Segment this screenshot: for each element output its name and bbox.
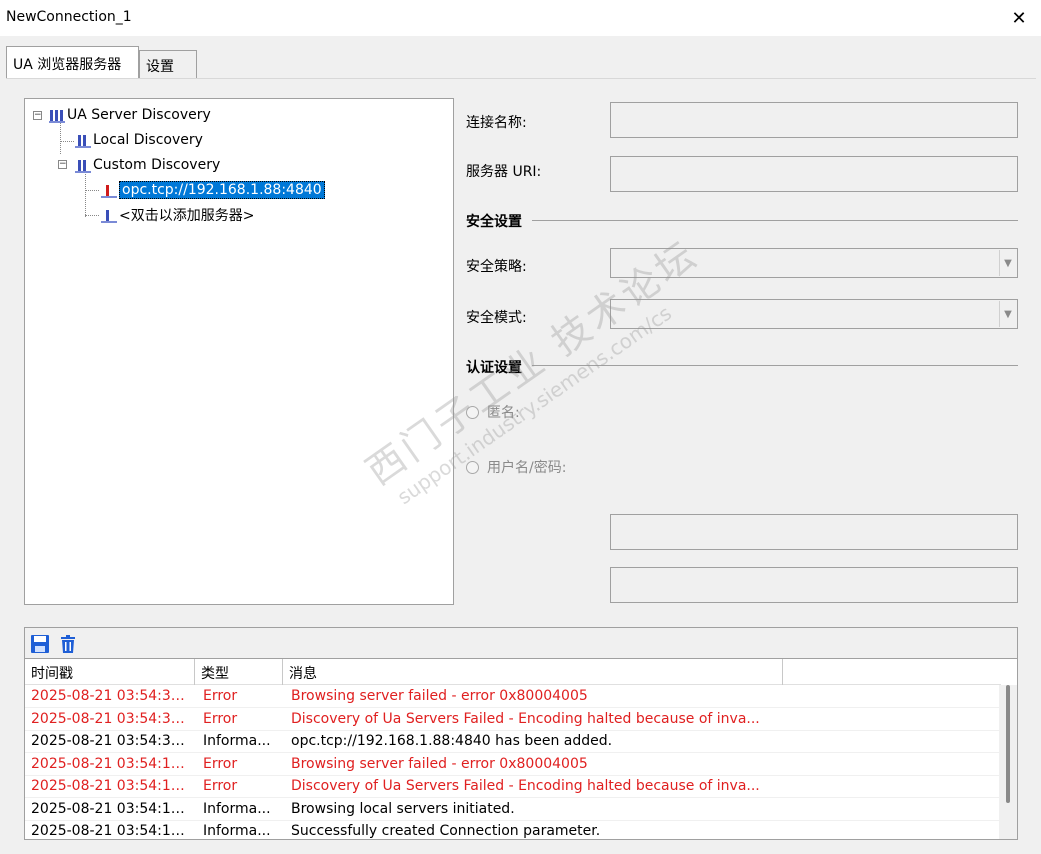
cell-type: Error: [203, 755, 238, 772]
chevron-down-icon[interactable]: ▼: [999, 250, 1016, 276]
cell-message: Discovery of Ua Servers Failed - Encodin…: [291, 710, 760, 727]
tree-node-add-server[interactable]: <双击以添加服务器>: [101, 204, 254, 226]
tree-node-opc-server[interactable]: opc.tcp://192.168.1.88:4840: [101, 179, 325, 201]
security-section-title: 安全设置: [466, 214, 522, 230]
cell-timestamp: 2025-08-21 03:54:30...: [31, 733, 193, 749]
add-server-icon: [101, 207, 117, 223]
cell-message: Browsing local servers initiated.: [291, 800, 515, 817]
tree-node-custom-discovery[interactable]: Custom Discovery: [75, 154, 220, 176]
cell-type: Error: [203, 778, 238, 794]
expand-collapse-icon[interactable]: −: [33, 111, 42, 120]
tree-node-label: Local Discovery: [93, 132, 203, 148]
password-field[interactable]: [610, 567, 1018, 603]
table-row[interactable]: 2025-08-21 03:54:13... Error Discovery of …: [25, 776, 1001, 798]
trash-icon[interactable]: [58, 634, 78, 654]
cell-message: opc.tcp://192.168.1.88:4840 has been add…: [291, 733, 613, 749]
tree-node-label: <双击以添加服务器>: [119, 208, 255, 224]
discovery-icon: [75, 157, 91, 173]
vertical-scrollbar[interactable]: [999, 685, 1017, 839]
table-row[interactable]: 2025-08-21 03:54:13... Informa... Browsing…: [25, 799, 1001, 821]
server-group-icon: [49, 107, 65, 123]
cell-timestamp: 2025-08-21 03:54:13...: [31, 800, 193, 817]
cell-timestamp: 2025-08-21 03:54:13...: [31, 823, 193, 839]
close-icon[interactable]: ✕: [1001, 4, 1037, 32]
column-header-type[interactable]: 类型: [195, 659, 283, 685]
column-header-timestamp[interactable]: 时间戳: [25, 659, 195, 685]
username-password-label: 用户名/密码:: [487, 460, 567, 476]
security-policy-label: 安全策略:: [466, 259, 527, 275]
username-password-radio[interactable]: 用户名/密码:: [466, 457, 566, 477]
log-table[interactable]: 时间戳 类型 消息 2025-08-21 03:54:30... Error Bro…: [24, 658, 1018, 840]
radio-button-icon: [466, 405, 479, 419]
chevron-down-icon[interactable]: ▼: [999, 301, 1016, 327]
cell-message: Browsing server failed - error 0x8000400…: [291, 755, 588, 772]
tree-connector: [85, 171, 86, 217]
cell-timestamp: 2025-08-21 03:54:13...: [31, 755, 193, 772]
tab-divider: [6, 78, 1036, 79]
tab-settings[interactable]: 设置: [139, 50, 197, 78]
server-tree[interactable]: − UA Server Discovery Local Discovery − …: [24, 98, 454, 605]
table-row[interactable]: 2025-08-21 03:54:30... Error Browsing serv…: [25, 686, 1001, 708]
save-icon[interactable]: [30, 634, 50, 654]
cell-type: Informa...: [203, 823, 271, 839]
tree-node-ua-server-discovery[interactable]: UA Server Discovery: [49, 104, 211, 126]
table-row[interactable]: 2025-08-21 03:54:30... Error Discovery of …: [25, 709, 1001, 731]
cell-type: Error: [203, 688, 238, 704]
username-field[interactable]: [610, 514, 1018, 550]
tree-node-label: opc.tcp://192.168.1.88:4840: [119, 181, 325, 199]
column-header-message[interactable]: 消息: [283, 659, 783, 685]
security-policy-select[interactable]: ▼: [610, 248, 1018, 278]
anonymous-radio[interactable]: 匿名:: [466, 402, 520, 422]
discovery-icon: [75, 132, 91, 148]
section-divider: [532, 365, 1018, 366]
tree-connector: [85, 215, 99, 216]
cell-timestamp: 2025-08-21 03:54:13...: [31, 778, 193, 794]
table-row[interactable]: 2025-08-21 03:54:30... Informa... opc.tcp:…: [25, 731, 1001, 753]
connection-name-label: 连接名称:: [466, 115, 527, 131]
tree-node-local-discovery[interactable]: Local Discovery: [75, 129, 203, 151]
cell-message: Discovery of Ua Servers Failed - Encodin…: [291, 778, 760, 794]
log-table-header: 时间戳 类型 消息: [25, 659, 1001, 685]
window-title: NewConnection_1: [6, 9, 132, 25]
cell-message: Browsing server failed - error 0x8000400…: [291, 688, 588, 704]
server-uri-field[interactable]: [610, 156, 1018, 192]
section-divider: [532, 220, 1018, 221]
expand-collapse-icon[interactable]: −: [58, 160, 67, 169]
cell-timestamp: 2025-08-21 03:54:30...: [31, 710, 193, 727]
cell-timestamp: 2025-08-21 03:54:30...: [31, 688, 193, 704]
tree-node-label: Custom Discovery: [93, 157, 221, 173]
log-toolbar: [24, 627, 1018, 658]
connection-name-field[interactable]: [610, 102, 1018, 138]
server-uri-label: 服务器 URI:: [466, 164, 542, 180]
scrollbar-thumb[interactable]: [1006, 685, 1010, 803]
radio-button-icon: [466, 460, 479, 474]
cell-type: Error: [203, 710, 238, 727]
tree-connector: [60, 141, 74, 142]
security-mode-select[interactable]: ▼: [610, 299, 1018, 329]
table-row[interactable]: 2025-08-21 03:54:13... Informa... Successf…: [25, 821, 1001, 839]
server-error-icon: [101, 182, 117, 198]
tree-node-label: UA Server Discovery: [67, 107, 211, 123]
title-bar: NewConnection_1 ✕: [0, 0, 1041, 36]
tree-connector: [85, 190, 99, 191]
anonymous-label: 匿名:: [487, 405, 520, 421]
cell-message: Successfully created Connection paramete…: [291, 823, 601, 839]
tab-browse-server[interactable]: UA 浏览器服务器: [6, 46, 139, 78]
table-row[interactable]: 2025-08-21 03:54:13... Error Browsing serv…: [25, 754, 1001, 776]
cell-type: Informa...: [203, 733, 271, 749]
auth-section-title: 认证设置: [466, 360, 522, 376]
cell-type: Informa...: [203, 800, 271, 817]
security-mode-label: 安全模式:: [466, 310, 527, 326]
